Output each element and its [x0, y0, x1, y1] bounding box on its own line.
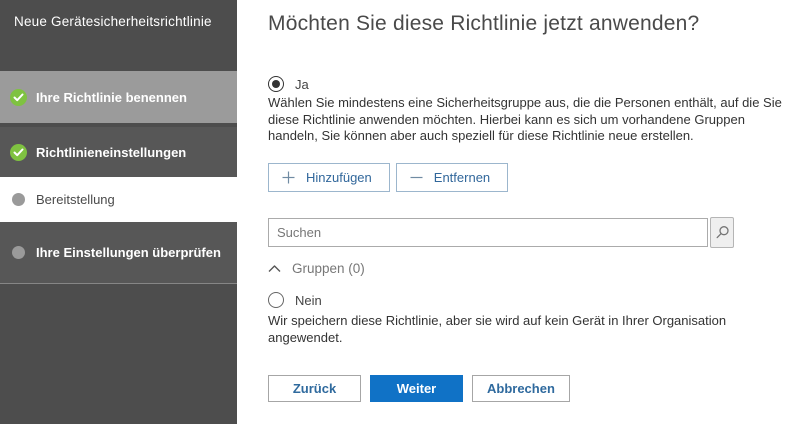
search-button[interactable]: [710, 217, 734, 248]
remove-group-button[interactable]: Entfernen: [395, 163, 509, 192]
ja-option-description: Wählen Sie mindestens eine Sicherheitsgr…: [268, 95, 782, 143]
sidebar-step-policy-settings[interactable]: Richtlinieneinstellungen: [0, 127, 237, 177]
minus-icon: [410, 171, 423, 184]
check-icon: [10, 143, 27, 161]
cancel-button[interactable]: Abbrechen: [472, 375, 570, 402]
search-input[interactable]: [268, 218, 708, 247]
sidebar-step-name-policy[interactable]: Ihre Richtlinie benennen: [0, 71, 237, 123]
group-actions: Hinzufügen Entfernen: [268, 163, 509, 192]
radio-unchecked-icon[interactable]: [268, 292, 284, 308]
remove-group-label: Entfernen: [433, 170, 491, 185]
step-label: Ihre Richtlinie benennen: [36, 89, 187, 105]
add-group-button[interactable]: Hinzufügen: [268, 163, 390, 192]
wizard-title: Neue Gerätesicherheitsrichtlinie: [14, 14, 212, 29]
wizard-content: Möchten Sie diese Richtlinie jetzt anwen…: [237, 0, 800, 424]
radio-option-ja[interactable]: Ja: [268, 76, 309, 92]
step-label: Ihre Einstellungen überprüfen: [36, 245, 221, 260]
step-label: Richtlinieneinstellungen: [36, 144, 187, 160]
next-button[interactable]: Weiter: [370, 375, 463, 402]
wizard-sidebar: Neue Gerätesicherheitsrichtlinie Ihre Ri…: [0, 0, 240, 424]
groups-collapse-toggle[interactable]: Gruppen (0): [268, 261, 365, 276]
add-group-label: Hinzufügen: [306, 170, 372, 185]
plus-icon: [282, 171, 295, 184]
sidebar-step-review-settings[interactable]: Ihre Einstellungen überprüfen: [0, 222, 237, 284]
radio-ja-label[interactable]: Ja: [295, 77, 309, 92]
dot-icon: [12, 193, 25, 206]
sidebar-step-deployment[interactable]: Bereitstellung: [0, 177, 240, 222]
dot-icon: [12, 246, 25, 259]
nein-option-description: Wir speichern diese Richtlinie, aber sie…: [268, 313, 727, 345]
magnifier-icon: [715, 225, 730, 240]
radio-nein-label[interactable]: Nein: [295, 293, 322, 308]
radio-option-nein[interactable]: Nein: [268, 292, 322, 308]
check-icon: [10, 88, 27, 106]
back-button[interactable]: Zurück: [268, 375, 361, 402]
device-security-policy-wizard: Neue Gerätesicherheitsrichtlinie Ihre Ri…: [0, 0, 800, 424]
step-label: Bereitstellung: [36, 192, 115, 207]
groups-header-label: Gruppen (0): [292, 261, 365, 276]
page-title: Möchten Sie diese Richtlinie jetzt anwen…: [268, 12, 700, 35]
radio-checked-icon[interactable]: [268, 76, 284, 92]
group-search: [268, 217, 734, 248]
chevron-up-icon: [268, 264, 281, 273]
wizard-footer-buttons: Zurück Weiter Abbrechen: [268, 375, 570, 402]
